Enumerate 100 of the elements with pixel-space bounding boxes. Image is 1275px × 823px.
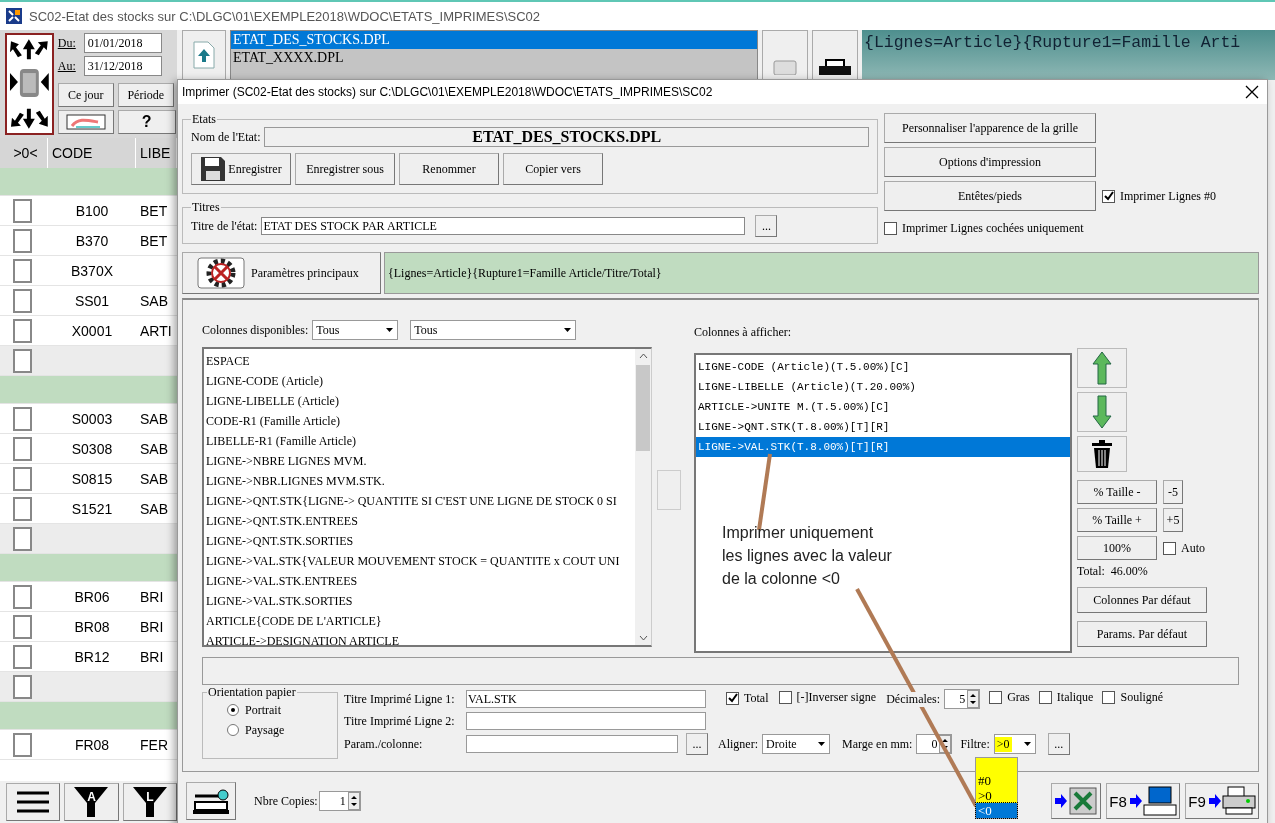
size-button[interactable]: -5 <box>1163 480 1183 504</box>
defaults-button[interactable]: Params. Par défaut <box>1077 621 1207 647</box>
report-name-field[interactable]: ETAT_DES_STOCKS.DPL <box>264 127 869 147</box>
print-button[interactable]: F8 <box>1106 783 1180 819</box>
checkbox[interactable] <box>13 496 32 521</box>
checkbox[interactable] <box>13 674 32 699</box>
browse-button[interactable]: ... <box>1047 733 1070 755</box>
checkbox[interactable] <box>13 644 32 669</box>
filter-button[interactable]: A <box>64 783 119 821</box>
list-item[interactable]: LIGNE->QNT.STK{LIGNE-> QUANTITE SI C'EST UNE LIGNE DE STOCK 0 SI <box>206 491 635 511</box>
title-field[interactable]: ETAT DES STOCK PAR ARTICLE <box>261 217 746 235</box>
checkbox[interactable] <box>13 348 32 373</box>
align-dropdown[interactable]: Droite <box>762 734 830 754</box>
filter-dropdown[interactable]: >0 <box>993 734 1036 754</box>
print-button[interactable]: F9 <box>1185 783 1259 819</box>
checkbox[interactable] <box>13 258 32 283</box>
list-item[interactable]: LIGNE->VAL.STK.ENTREES <box>206 571 635 591</box>
toolbar-button[interactable] <box>812 30 858 80</box>
upload-button[interactable] <box>182 30 226 80</box>
list-item[interactable]: ESPACE <box>206 351 635 371</box>
option-button[interactable]: Options d'impression <box>884 147 1096 177</box>
export-excel-button[interactable] <box>1051 783 1101 819</box>
checkbox[interactable] <box>778 691 792 704</box>
copies-spinner[interactable]: 1 <box>318 791 361 811</box>
close-icon[interactable] <box>1245 85 1259 99</box>
size-button[interactable]: +5 <box>1163 508 1183 532</box>
list-item[interactable]: ARTICLE->UNITE M.(T.5.00%)[C] <box>696 397 1070 417</box>
checkbox[interactable] <box>13 406 32 431</box>
checkbox[interactable] <box>13 732 32 757</box>
checkbox[interactable] <box>1102 691 1116 704</box>
list-item[interactable]: LIGNE-LIBELLE (Article) <box>206 391 635 411</box>
palette-button[interactable] <box>57 110 114 134</box>
radio-button[interactable] <box>227 724 239 736</box>
delete-button[interactable] <box>1077 436 1127 472</box>
browse-button[interactable]: ... <box>755 215 778 237</box>
filter-button[interactable]: L <box>122 783 177 821</box>
checkbox[interactable] <box>13 436 32 461</box>
list-item[interactable]: LIGNE->QNT.STK.SORTIES <box>206 531 635 551</box>
list-item[interactable]: LIGNE->NBR.LIGNES MVM.STK. <box>206 471 635 491</box>
date-button[interactable]: Ce jour <box>57 83 114 107</box>
list-item[interactable]: LIGNE->VAL.STK{VALEUR MOUVEMENT STOCK = QUANTITE x COUT UNI <box>206 551 635 571</box>
radio-button[interactable] <box>227 704 239 716</box>
category-dropdown[interactable]: Tous <box>410 320 577 340</box>
input-field[interactable]: VAL.STK <box>466 690 706 708</box>
checkbox[interactable] <box>1102 189 1115 203</box>
checkbox[interactable] <box>726 691 739 705</box>
list-item[interactable]: LIBELLE-R1 (Famille Article) <box>206 431 635 451</box>
defaults-button[interactable]: Colonnes Par défaut <box>1077 587 1207 613</box>
dropdown-option[interactable]: <0 <box>976 803 1017 818</box>
date-button[interactable]: Période <box>117 83 174 107</box>
list-item[interactable]: LIGNE->NBRE LIGNES MVM. <box>206 451 635 471</box>
list-item[interactable]: LIGNE->VAL.STK.SORTIES <box>206 591 635 611</box>
checkbox[interactable] <box>13 614 32 639</box>
list-item[interactable]: LIGNE->QNT.STK.ENTREES <box>206 511 635 531</box>
printer-setup-button[interactable] <box>186 782 236 820</box>
list-item[interactable]: LIGNE-LIBELLE (Article)(T.20.00%) <box>696 377 1070 397</box>
browse-button[interactable]: ... <box>686 733 708 755</box>
checkbox[interactable] <box>13 318 32 343</box>
checkbox[interactable] <box>1163 541 1176 555</box>
decimals-spinner[interactable]: 5 <box>944 689 981 709</box>
list-item[interactable]: LIGNE-CODE (Article)(T.5.00%)[C] <box>696 357 1070 377</box>
size-button[interactable]: 100% <box>1077 536 1157 560</box>
category-dropdown[interactable]: Tous <box>312 320 399 340</box>
list-item[interactable]: ARTICLE->DESIGNATION ARTICLE <box>206 631 635 651</box>
input-field[interactable] <box>466 735 678 753</box>
input-field[interactable] <box>466 712 706 730</box>
checkbox[interactable] <box>13 228 32 253</box>
list-item[interactable]: LIGNE->QNT.STK(T.8.00%)[T][R] <box>696 417 1070 437</box>
menu-button[interactable] <box>6 783 61 821</box>
file-item[interactable]: ETAT_XXXX.DPL <box>231 49 757 67</box>
dropdown-option[interactable]: #0 <box>976 773 1017 788</box>
action-button[interactable]: Enregistrer sous <box>295 153 395 185</box>
action-button[interactable]: Enregistrer <box>191 153 291 185</box>
list-item[interactable]: ARTICLE{CODE DE L'ARTICLE} <box>206 611 635 631</box>
checkbox[interactable] <box>13 198 32 223</box>
option-button[interactable]: Entêtes/pieds <box>884 181 1096 211</box>
checkbox[interactable] <box>13 526 32 551</box>
checkbox[interactable] <box>13 288 32 313</box>
scrollbar[interactable] <box>635 349 651 645</box>
checkbox[interactable] <box>13 584 32 609</box>
action-button[interactable]: Renommer <box>399 153 499 185</box>
move-up-button[interactable] <box>1077 348 1127 388</box>
list-item[interactable]: CODE-R1 (Famille Article) <box>206 411 635 431</box>
list-item[interactable]: LIGNE->VAL.STK(T.8.00%)[T][R] <box>696 437 1070 457</box>
checkbox[interactable] <box>989 691 1003 704</box>
option-button[interactable]: Personnaliser l'apparence de la grille <box>884 113 1096 143</box>
list-item[interactable]: LIGNE-CODE (Article) <box>206 371 635 391</box>
main-params-button[interactable]: Paramètres principaux <box>182 252 381 294</box>
dropdown-option[interactable]: >0 <box>976 788 1017 803</box>
checkbox[interactable] <box>1038 691 1052 704</box>
arrows-pad-icon[interactable] <box>5 33 54 135</box>
date-field[interactable]: 01/01/2018 <box>83 33 162 53</box>
file-item[interactable]: ETAT_DES_STOCKS.DPL <box>231 31 757 49</box>
action-button[interactable]: Copier vers <box>503 153 603 185</box>
date-field[interactable]: 31/12/2018 <box>83 56 162 76</box>
checkbox[interactable] <box>13 466 32 491</box>
help-button[interactable]: ? <box>117 110 176 134</box>
size-button[interactable]: % Taille + <box>1077 508 1157 532</box>
checkbox[interactable] <box>884 222 897 235</box>
size-button[interactable]: % Taille - <box>1077 480 1157 504</box>
